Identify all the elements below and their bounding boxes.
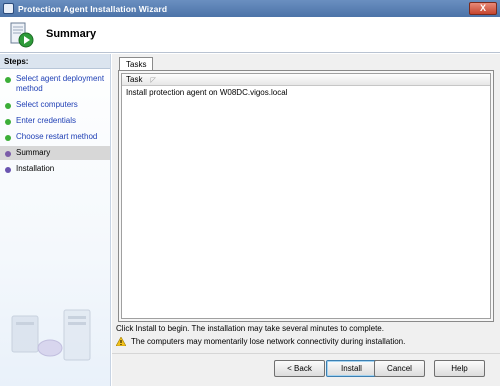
app-icon bbox=[3, 3, 14, 14]
step-label: Installation bbox=[16, 164, 55, 173]
cancel-button[interactable]: Cancel bbox=[374, 360, 425, 377]
page-title: Summary bbox=[46, 28, 97, 40]
window-title: Protection Agent Installation Wizard bbox=[18, 3, 168, 14]
step-choose-restart-method[interactable]: Choose restart method bbox=[0, 130, 110, 144]
column-header-label: Task bbox=[126, 75, 143, 84]
step-current-icon bbox=[5, 151, 11, 157]
step-select-computers[interactable]: Select computers bbox=[0, 98, 110, 112]
step-pending-icon bbox=[5, 167, 11, 173]
step-complete-icon bbox=[5, 135, 11, 141]
install-button[interactable]: Install bbox=[326, 360, 377, 377]
step-label: Enter credentials bbox=[16, 116, 77, 125]
warning-text: The computers may momentarily lose netwo… bbox=[131, 337, 406, 346]
step-select-deployment-method[interactable]: Select agent deployment method bbox=[0, 72, 110, 96]
step-complete-icon bbox=[5, 103, 11, 109]
step-complete-icon bbox=[5, 119, 11, 125]
step-label: Select agent deployment method bbox=[16, 74, 105, 93]
close-button[interactable]: X bbox=[469, 2, 497, 15]
column-header-task[interactable]: Task ◸ bbox=[122, 74, 490, 86]
main-content: Tasks Task ◸ Install protection agent on … bbox=[112, 54, 500, 386]
step-label: Choose restart method bbox=[16, 132, 98, 141]
tasks-list[interactable]: Task ◸ Install protection agent on W08DC.… bbox=[121, 73, 491, 319]
step-installation: Installation bbox=[0, 162, 110, 176]
list-item[interactable]: Install protection agent on W08DC.vigos.… bbox=[122, 86, 490, 99]
title-bar: Protection Agent Installation Wizard X bbox=[0, 0, 500, 17]
wizard-play-icon bbox=[10, 22, 34, 48]
sort-icon: ◸ bbox=[150, 77, 156, 84]
warning-message: The computers may momentarily lose netwo… bbox=[116, 337, 405, 346]
back-button[interactable]: < Back bbox=[274, 360, 325, 377]
info-text: Click Install to begin. The installation… bbox=[116, 324, 384, 333]
wizard-header: Summary bbox=[0, 17, 500, 53]
tab-tasks[interactable]: Tasks bbox=[119, 57, 154, 71]
step-summary: Summary bbox=[0, 146, 110, 160]
help-button[interactable]: Help bbox=[434, 360, 485, 377]
steps-heading: Steps: bbox=[0, 54, 110, 69]
step-complete-icon bbox=[5, 77, 11, 83]
step-label: Select computers bbox=[16, 100, 78, 109]
step-label: Summary bbox=[16, 148, 51, 157]
steps-sidebar: Steps: Select agent deployment method Se… bbox=[0, 54, 111, 386]
warning-icon bbox=[116, 337, 126, 346]
button-bar: < Back Install Cancel Help bbox=[112, 353, 500, 386]
computers-illustration-icon bbox=[11, 309, 91, 361]
step-enter-credentials[interactable]: Enter credentials bbox=[0, 114, 110, 128]
tasks-panel: Task ◸ Install protection agent on W08DC.… bbox=[118, 70, 494, 322]
